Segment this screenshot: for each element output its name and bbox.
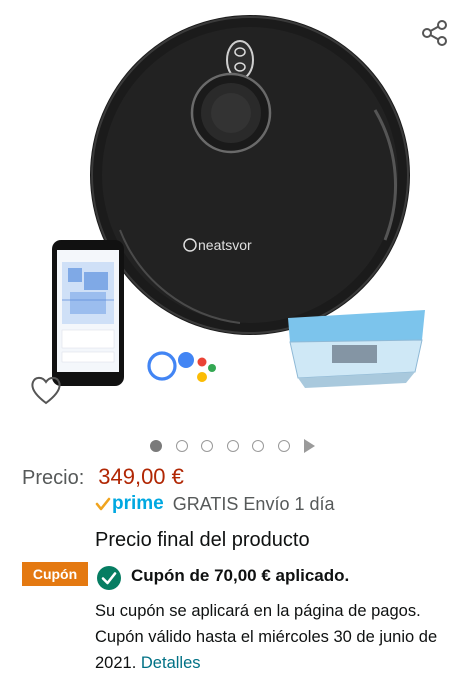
heart-outline-icon[interactable]	[28, 372, 64, 408]
water-tank-image	[288, 310, 425, 388]
coupon-badge: Cupón	[22, 562, 88, 586]
details-link[interactable]: Detalles	[141, 654, 201, 672]
image-pagination	[150, 437, 315, 455]
product-image-gallery[interactable]: neatsvor	[0, 0, 475, 425]
phone-app-image	[52, 240, 124, 386]
pagination-dot-3[interactable]	[201, 440, 213, 452]
pagination-dot-1[interactable]	[150, 440, 162, 452]
prime-shipping-row: prime GRATIS Envío 1 día	[95, 493, 335, 515]
price-row: Precio: 349,00 €	[22, 464, 184, 490]
price-value: 349,00 €	[98, 464, 184, 489]
prime-logo-text: prime	[112, 493, 164, 514]
pagination-dot-6[interactable]	[277, 440, 290, 452]
pagination-dot-2[interactable]	[175, 440, 188, 452]
price-label: Precio:	[22, 467, 85, 489]
product-image[interactable]: neatsvor	[40, 0, 440, 400]
pagination-dot-5[interactable]	[252, 440, 264, 452]
final-price-note: Precio final del producto	[95, 529, 310, 551]
prime-shipping-text: GRATIS Envío 1 día	[172, 493, 335, 514]
pagination-dot-4[interactable]	[226, 440, 239, 452]
google-assistant-logo	[147, 351, 216, 382]
prime-check-icon	[95, 497, 111, 511]
robot-vacuum-image: neatsvor	[90, 15, 410, 335]
check-circle-icon[interactable]	[96, 565, 122, 591]
share-icon[interactable]	[418, 16, 452, 50]
prime-logo: prime	[95, 493, 164, 515]
brand-logo: neatsvor	[198, 237, 252, 253]
coupon-applied-text: Cupón de 70,00 € aplicado.	[131, 566, 350, 585]
play-triangle-icon[interactable]	[304, 439, 315, 453]
coupon-info: Su cupón se aplicará en la página de pag…	[95, 598, 465, 676]
